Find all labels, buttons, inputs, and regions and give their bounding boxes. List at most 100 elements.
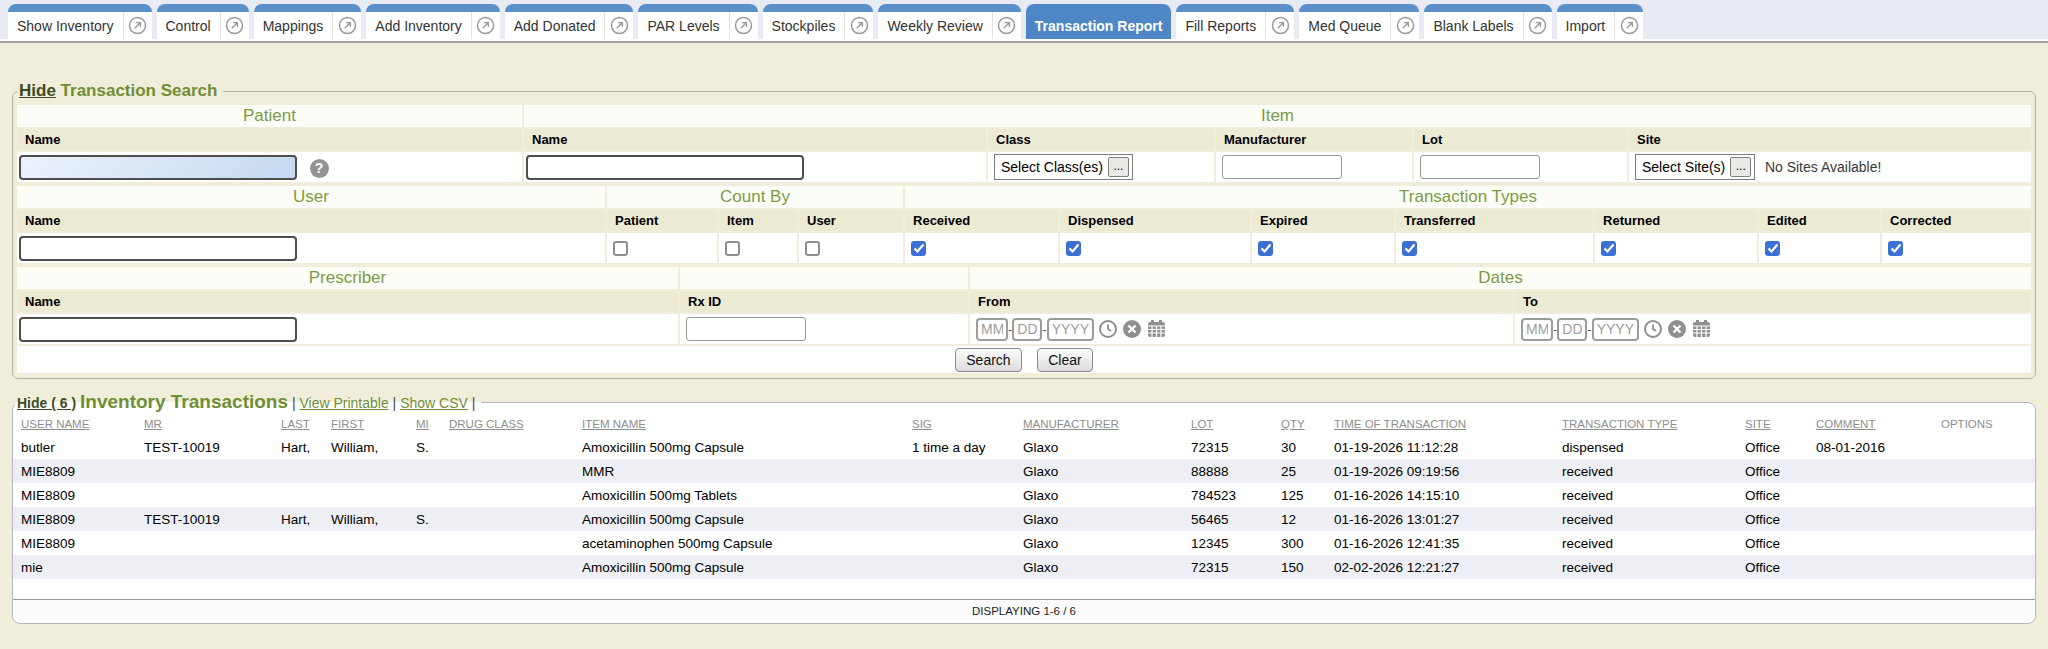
tab-control[interactable]: Control [157,4,249,39]
column-header-manufacturer[interactable]: MANUFACTURER [1017,413,1185,435]
tab-import[interactable]: Import [1557,4,1644,39]
transaction-type-dispensed-checkbox[interactable] [1066,241,1081,256]
tab-med-queue[interactable]: Med Queue [1299,4,1419,39]
cell-user-name: mie [13,555,138,579]
open-in-new-icon[interactable] [472,16,500,35]
transaction-type-transferred-checkbox[interactable] [1402,241,1417,256]
tab-bar: Show Inventory Control MappingsAdd Invento… [0,0,2048,39]
select-classes-ellipsis-button[interactable]: ... [1108,157,1129,177]
cell-mi [410,483,443,507]
column-header-site[interactable]: SITE [1739,413,1810,435]
cell-sig [906,483,1017,507]
column-header-sig[interactable]: SIG [906,413,1017,435]
open-in-new-icon[interactable] [1615,16,1643,35]
column-header-mi[interactable]: MI [410,413,443,435]
count-by-user-checkbox[interactable] [805,241,820,256]
transaction-type-expired-checkbox[interactable] [1258,241,1273,256]
open-in-new-icon[interactable] [1266,16,1294,35]
prescriber-name-input[interactable] [19,317,297,342]
manufacturer-input[interactable] [1222,155,1342,179]
count-by-item-checkbox[interactable] [725,241,740,256]
tab-label: Control [157,18,220,34]
to-day-input[interactable] [1557,318,1587,341]
transaction-row: MIE8809MMRGlaxo888882501-19-2026 09:19:5… [13,459,2035,483]
tab-mappings[interactable]: Mappings [254,4,362,39]
show-csv-link[interactable]: Show CSV [400,395,468,411]
open-in-new-icon[interactable] [221,16,249,35]
transaction-type-edited-checkbox[interactable] [1765,241,1780,256]
select-sites-ellipsis-button[interactable]: ... [1730,157,1751,177]
open-in-new-icon[interactable] [1524,16,1552,35]
to-calendar-icon[interactable] [1691,319,1712,339]
open-in-new-icon[interactable] [1391,16,1419,35]
open-in-new-icon[interactable] [845,16,873,35]
open-in-new-icon[interactable] [124,16,152,35]
from-time-icon[interactable] [1098,319,1118,339]
column-header-last[interactable]: LAST [275,413,325,435]
hide-results-link[interactable]: Hide ( 6 ) [17,395,76,411]
rx-id-input[interactable] [686,317,806,341]
dates-section-header: Dates [970,267,2031,289]
cell-first [325,483,410,507]
from-month-input[interactable] [976,318,1008,341]
lot-input[interactable] [1420,155,1540,179]
cell-manufacturer: Glaxo [1017,555,1185,579]
cell-comment [1810,459,1935,483]
cell-first [325,459,410,483]
help-icon[interactable]: ? [310,159,329,178]
tab-par-levels[interactable]: PAR Levels [638,4,757,39]
open-in-new-icon[interactable] [605,16,633,35]
tab-fill-reports[interactable]: Fill Reports [1176,4,1294,39]
column-header-comment[interactable]: COMMENT [1810,413,1935,435]
from-clear-icon[interactable] [1122,319,1142,339]
open-in-new-icon[interactable] [993,16,1021,35]
to-year-input[interactable] [1592,318,1639,341]
column-header-drug-class[interactable]: DRUG CLASS [443,413,576,435]
to-time-icon[interactable] [1643,319,1663,339]
from-day-input[interactable] [1012,318,1042,341]
search-button[interactable]: Search [955,348,1021,372]
user-name-input[interactable] [19,236,297,261]
tab-stockpiles[interactable]: Stockpiles [763,4,874,39]
from-calendar-icon[interactable] [1146,319,1167,339]
to-clear-icon[interactable] [1667,319,1687,339]
from-year-input[interactable] [1047,318,1094,341]
select-classes-control[interactable]: Select Class(es)... [994,154,1133,180]
select-sites-control[interactable]: Select Site(s)... [1635,154,1755,180]
to-month-input[interactable] [1521,318,1553,341]
tab-blank-labels[interactable]: Blank Labels [1424,4,1551,39]
cell-lot: 72315 [1185,435,1275,459]
cell-mi [410,531,443,555]
tab-show-inventory[interactable]: Show Inventory [8,4,152,39]
hide-search-link[interactable]: Hide [19,81,56,100]
column-header-time-of-transaction[interactable]: TIME OF TRANSACTION [1328,413,1556,435]
transaction-type-dispensed-cell [1060,233,1250,263]
column-header-lot[interactable]: LOT [1185,413,1275,435]
view-printable-link[interactable]: View Printable [299,395,388,411]
tab-weekly-review[interactable]: Weekly Review [878,4,1020,39]
column-header-item-name[interactable]: ITEM NAME [576,413,906,435]
cell-transaction-type: received [1556,507,1739,531]
count-by-item-cell [719,233,797,263]
tab-transaction-report[interactable]: Transaction Report [1026,4,1172,39]
column-header-qty[interactable]: QTY [1275,413,1328,435]
tab-add-donated[interactable]: Add Donated [505,4,634,39]
transaction-type-transferred-label: Transferred [1396,210,1593,231]
open-in-new-icon[interactable] [333,16,361,35]
item-name-input[interactable] [526,155,804,180]
clear-button[interactable]: Clear [1037,348,1092,372]
transaction-type-received-checkbox[interactable] [911,241,926,256]
column-header-first[interactable]: FIRST [325,413,410,435]
transaction-type-returned-checkbox[interactable] [1601,241,1616,256]
cell-mr [138,483,275,507]
transaction-type-corrected-checkbox[interactable] [1888,241,1903,256]
column-header-mr[interactable]: MR [138,413,275,435]
column-header-user-name[interactable]: USER NAME [13,413,138,435]
cell-time-of-transaction: 02-02-2026 12:21:27 [1328,555,1556,579]
cell-comment [1810,531,1935,555]
open-in-new-icon[interactable] [730,16,758,35]
tab-add-inventory[interactable]: Add Inventory [366,4,499,39]
patient-name-input[interactable] [19,155,297,180]
count-by-patient-checkbox[interactable] [613,241,628,256]
column-header-transaction-type[interactable]: TRANSACTION TYPE [1556,413,1739,435]
